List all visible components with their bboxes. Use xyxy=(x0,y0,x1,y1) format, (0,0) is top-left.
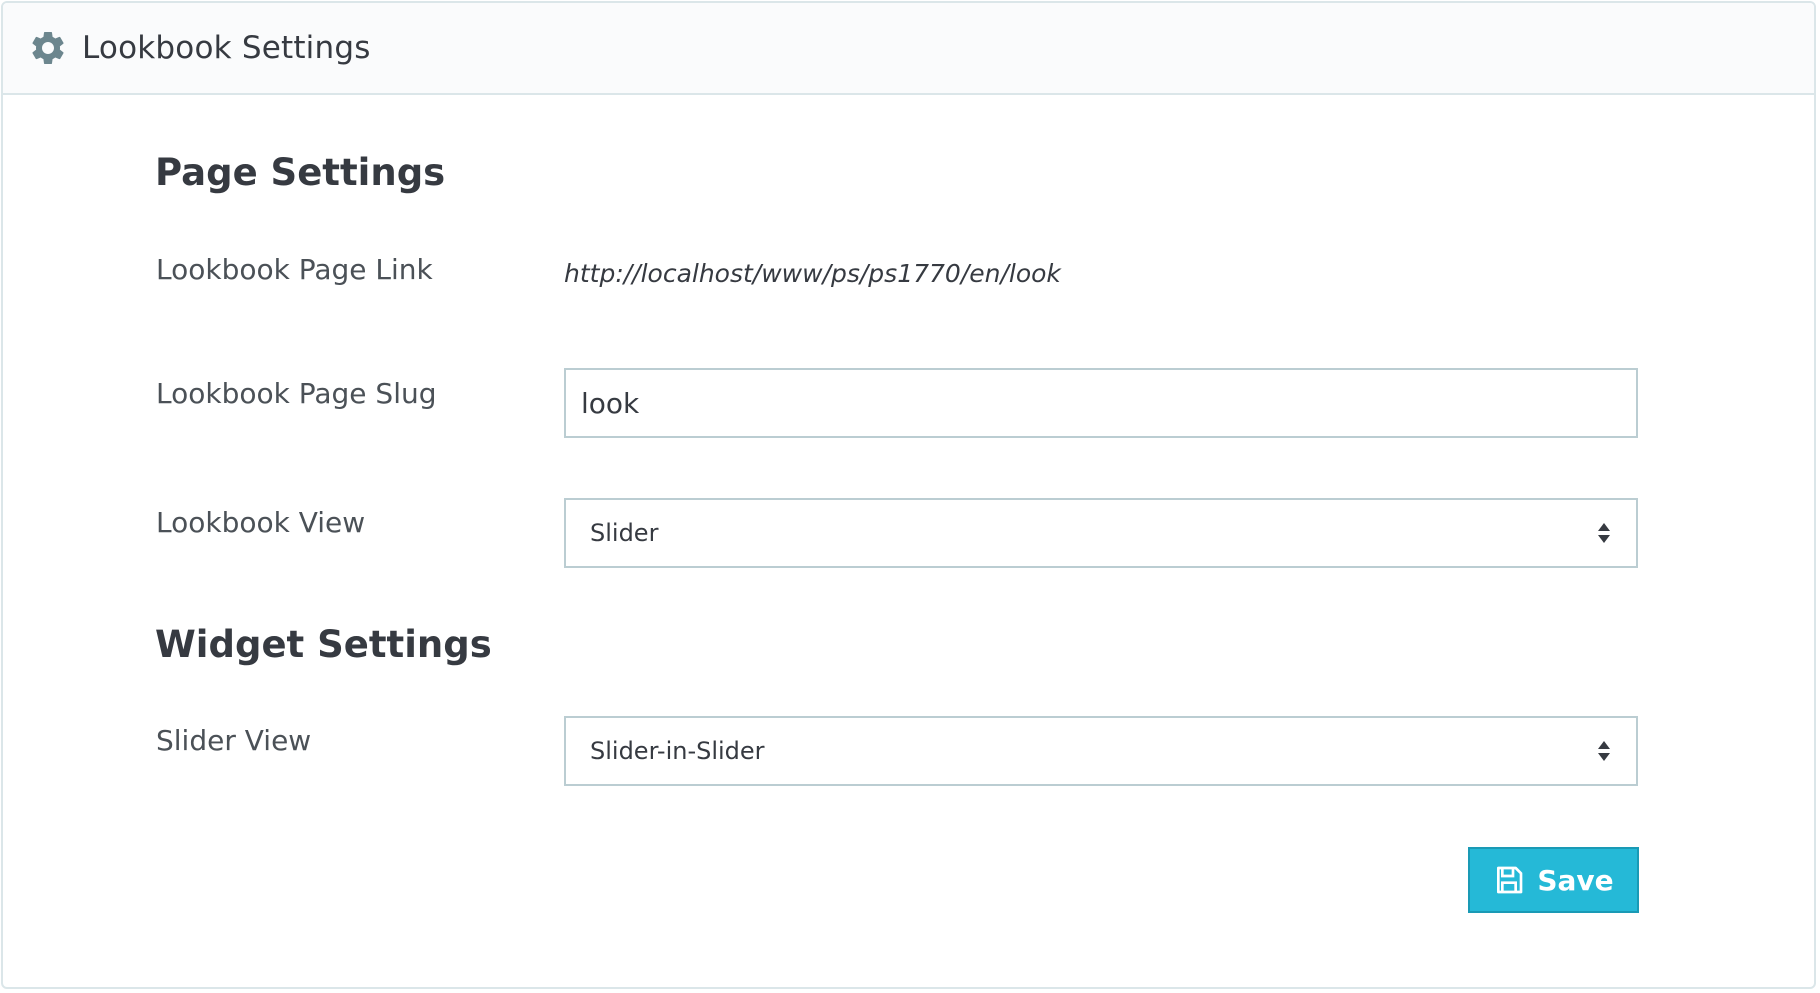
lookbook-view-selected: Slider xyxy=(590,519,659,547)
lookbook-page-slug-input[interactable] xyxy=(564,368,1638,438)
lookbook-view-label: Lookbook View xyxy=(156,506,366,539)
gear-icon xyxy=(28,28,68,68)
select-arrows-icon xyxy=(1596,521,1612,545)
panel-title: Lookbook Settings xyxy=(82,30,371,66)
save-button[interactable]: Save xyxy=(1468,847,1639,913)
settings-panel: Lookbook Settings Page Settings Lookbook… xyxy=(1,1,1816,989)
lookbook-page-slug-label: Lookbook Page Slug xyxy=(156,377,437,410)
slider-view-label: Slider View xyxy=(156,724,312,757)
floppy-disk-icon xyxy=(1493,864,1525,896)
save-button-label: Save xyxy=(1537,863,1614,897)
lookbook-view-select[interactable]: Slider xyxy=(564,498,1638,568)
panel-header: Lookbook Settings xyxy=(3,3,1814,95)
slider-view-select[interactable]: Slider-in-Slider xyxy=(564,716,1638,786)
widget-settings-heading: Widget Settings xyxy=(155,623,492,666)
slider-view-selected: Slider-in-Slider xyxy=(590,737,765,765)
lookbook-page-link-label: Lookbook Page Link xyxy=(156,253,433,286)
select-arrows-icon xyxy=(1596,739,1612,763)
lookbook-page-link[interactable]: http://localhost/www/ps/ps1770/en/look xyxy=(564,259,1061,288)
page-settings-heading: Page Settings xyxy=(155,151,446,194)
